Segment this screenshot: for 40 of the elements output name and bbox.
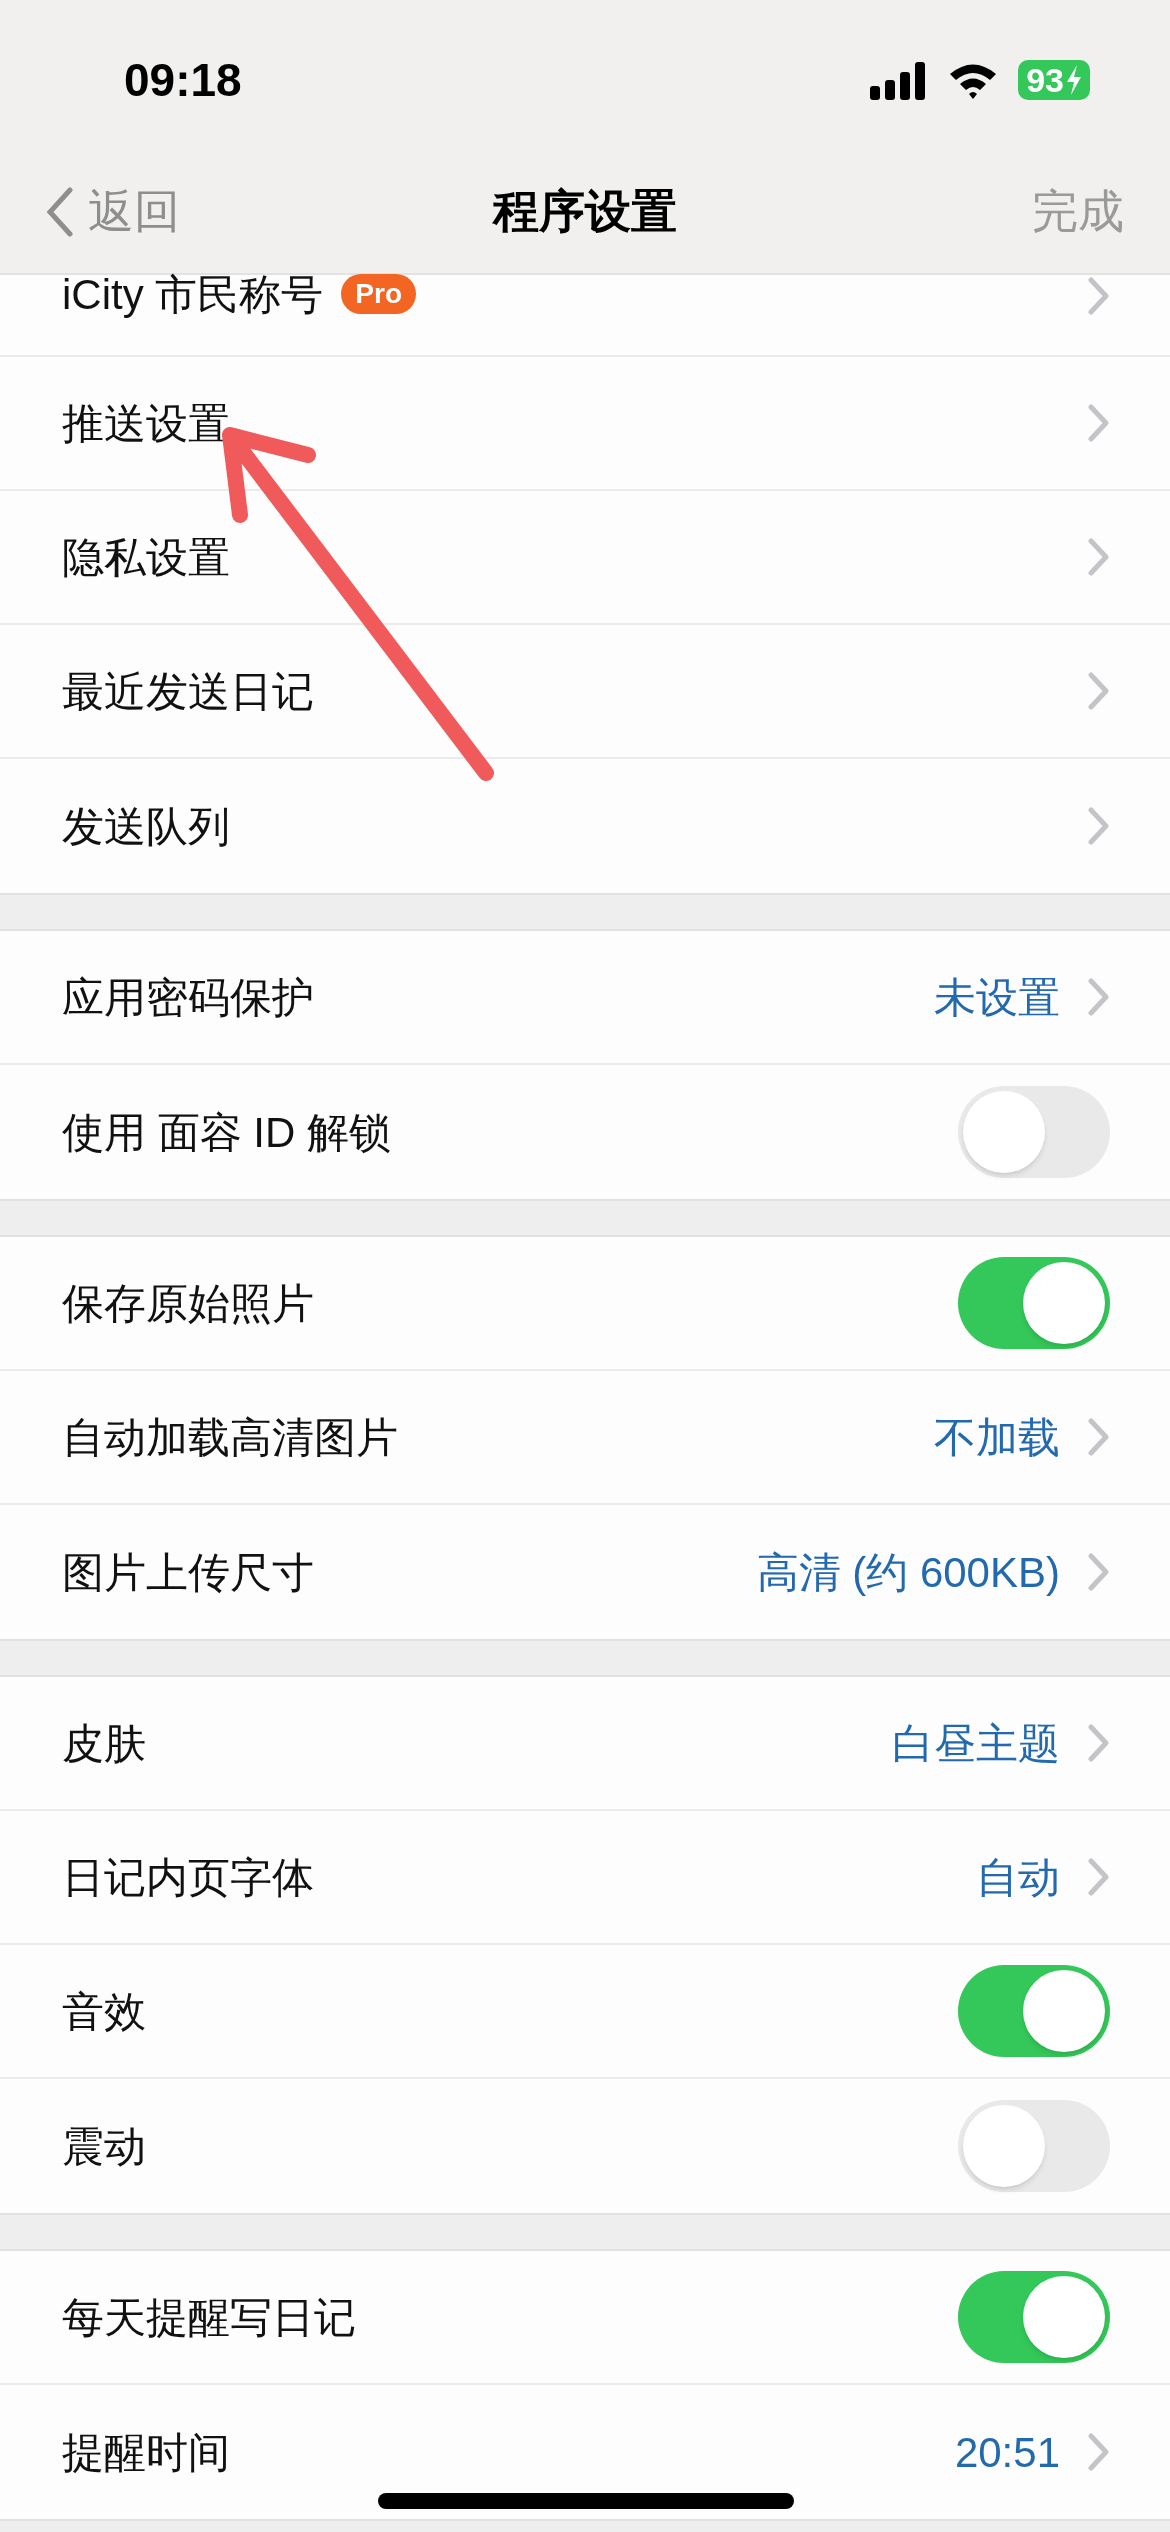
row-label: 发送队列 xyxy=(62,801,230,852)
row-label: 最近发送日记 xyxy=(62,666,314,717)
row-value: 高清 (约 600KB) xyxy=(756,1547,1060,1598)
chevron-icon xyxy=(1088,1553,1110,1591)
chevron-icon xyxy=(1088,2433,1110,2471)
row-value: 20:51 xyxy=(954,2427,1060,2478)
chevron-icon xyxy=(1088,672,1110,710)
row-label: 每天提醒写日记 xyxy=(62,2292,356,2343)
row-label: 震动 xyxy=(62,2121,146,2172)
chevron-icon xyxy=(1088,538,1110,576)
row-label: 提醒时间 xyxy=(62,2427,230,2478)
chevron-icon xyxy=(1088,1724,1110,1762)
row-value: 自动 xyxy=(976,1852,1060,1903)
row-label: 音效 xyxy=(62,1986,146,2037)
row-label: 日记内页字体 xyxy=(62,1852,314,1903)
row-label: 隐私设置 xyxy=(62,532,230,583)
back-chevron-icon xyxy=(46,186,74,237)
done-button[interactable]: 完成 xyxy=(924,177,1124,246)
row-label: 图片上传尺寸 xyxy=(62,1547,314,1598)
chevron-icon xyxy=(1088,1418,1110,1456)
row-label: 推送设置 xyxy=(62,398,230,449)
row-label: iCity 市民称号 xyxy=(62,269,324,320)
row-value: 不加载 xyxy=(934,1412,1060,1463)
chevron-icon xyxy=(1088,807,1110,845)
battery-icon: 93 xyxy=(1018,60,1090,100)
back-button[interactable]: 返回 xyxy=(46,177,246,246)
row-label: 保存原始照片 xyxy=(62,1278,314,1329)
chevron-icon xyxy=(1088,404,1110,442)
page-title: 程序设置 xyxy=(493,184,677,239)
status-time: 09:18 xyxy=(124,52,242,108)
chevron-icon xyxy=(1088,978,1110,1016)
row-value: 白昼主题 xyxy=(892,1718,1060,1769)
row-label: 应用密码保护 xyxy=(62,972,314,1023)
chevron-icon xyxy=(1088,1858,1110,1896)
row-value: 未设置 xyxy=(934,972,1060,1023)
row-label: 使用 面容 ID 解锁 xyxy=(62,1107,391,1158)
pro-badge: Pro xyxy=(341,274,417,314)
row-label: 自动加载高清图片 xyxy=(62,1412,398,1463)
chevron-icon xyxy=(1088,277,1110,315)
row-label: 皮肤 xyxy=(62,1718,146,1769)
